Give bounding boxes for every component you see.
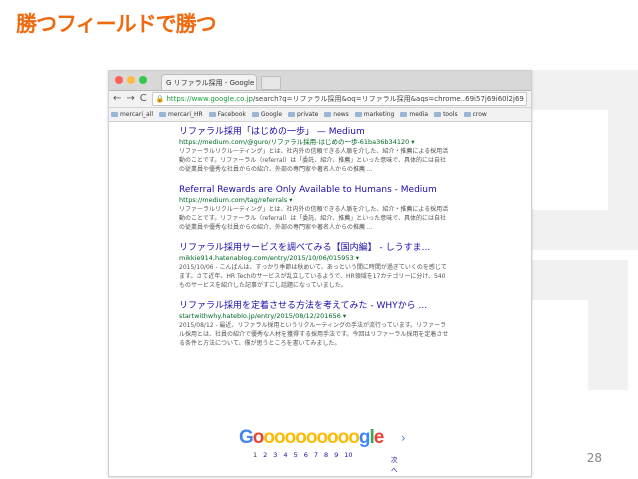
forward-icon[interactable]: → <box>126 94 134 104</box>
result-url[interactable]: startwithwhy.hateblo.jp/entry/2015/08/12… <box>179 312 449 321</box>
pager-logo-letter: o <box>263 427 275 448</box>
folder-icon <box>159 112 166 117</box>
result-title[interactable]: リファラル採用「はじめの一歩」 — Medium <box>179 126 449 138</box>
page-number-link[interactable]: 2 <box>263 451 267 459</box>
google-pager-logo: Goooooooooogle <box>239 427 385 449</box>
pager-logo-letter: o <box>316 427 328 448</box>
bookmark-item[interactable]: private <box>288 111 318 118</box>
pager-logo-letter: g <box>358 427 371 448</box>
new-tab-button[interactable] <box>261 76 281 90</box>
result-snippet: 2015/10/06 - こんばんは、すっかり季節は秋めいて、あっという間に時間… <box>179 264 447 289</box>
bookmark-item[interactable]: tools <box>434 111 458 118</box>
bookmark-label: Facebook <box>217 111 246 118</box>
address-bar[interactable]: 🔒 https://www.google.co.jp /search?q=リファ… <box>151 92 527 106</box>
pager-logo-letter: o <box>252 427 265 448</box>
next-arrow-icon[interactable]: › <box>401 431 406 445</box>
browser-window: G リファラル採用 - Google 検索 × ← → C 🔒 https://… <box>108 70 532 477</box>
pagination: Goooooooooogle › 1 2 3 4 5 6 7 8 9 10 次へ <box>239 427 406 474</box>
tab-title: G リファラル採用 - Google 検索 <box>166 78 256 87</box>
pager-logo-letter: e <box>373 427 385 448</box>
bookmark-item[interactable]: news <box>324 111 349 118</box>
bookmark-item[interactable]: marketing <box>354 111 395 118</box>
tab-google-search[interactable]: G リファラル採用 - Google 検索 × <box>161 74 257 90</box>
pager-logo-letter: o <box>274 427 286 448</box>
bookmark-item[interactable]: crow <box>463 111 487 118</box>
next-page-link[interactable]: 次へ <box>391 454 398 474</box>
minimize-window-button[interactable] <box>127 76 135 84</box>
page-number-link[interactable]: 7 <box>314 451 318 459</box>
pager-logo-letter: G <box>239 427 254 448</box>
folder-icon <box>434 112 442 117</box>
tab-bar: G リファラル採用 - Google 検索 × <box>109 71 531 91</box>
lock-icon: 🔒 <box>155 95 165 103</box>
folder-icon <box>354 112 362 117</box>
result-snippet: 2015/08/12 - 最近、リファラル採用というリクルーティングの手法が流行… <box>179 322 449 347</box>
result-url[interactable]: https://medium.com/tag/referrals ▾ <box>179 196 449 205</box>
folder-icon <box>463 112 471 117</box>
pager-logo-letter: o <box>348 427 360 448</box>
search-results: リファラル採用「はじめの一歩」 — Medium https://medium.c… <box>109 122 449 348</box>
bookmark-item[interactable]: Facebook <box>208 111 246 118</box>
bookmark-item[interactable]: media <box>400 111 428 118</box>
pager-logo-letter: o <box>305 427 318 448</box>
folder-icon <box>324 112 332 117</box>
pager-logo-letter: o <box>327 427 339 448</box>
page-number-link[interactable]: 6 <box>304 451 308 459</box>
slide-page-number: 28 <box>586 451 602 465</box>
google-icon <box>251 112 259 117</box>
close-window-button[interactable] <box>115 76 123 84</box>
result-url[interactable]: mikkie914.hatenablog.com/entry/2015/10/0… <box>179 254 449 263</box>
bookmark-label: mercari_HR <box>168 111 203 118</box>
result-title[interactable]: リファラル採用サービスを調べてみる【国内編】 - しうすま... <box>179 242 449 254</box>
result-url[interactable]: https://medium.com/@guro/リファラル採用-はじめの一歩-… <box>179 138 449 147</box>
result-title[interactable]: Referral Rewards are Only Available to H… <box>179 184 449 196</box>
result-snippet: リファーラルリクルーティング」とは、社内外の信頼できる人脈を介した、紹介・推薦に… <box>179 206 449 231</box>
toolbar: ← → C 🔒 https://www.google.co.jp /search… <box>109 91 531 108</box>
bookmark-label: mercari_all <box>120 111 153 118</box>
page-number-link[interactable]: 9 <box>334 451 338 459</box>
bookmark-item[interactable]: mercari_HR <box>159 111 203 118</box>
pager-logo-letter: o <box>337 427 350 448</box>
page-number-link[interactable]: 4 <box>283 451 287 459</box>
folder-icon <box>400 112 408 117</box>
facebook-icon <box>208 112 216 117</box>
reload-icon[interactable]: C <box>140 94 147 104</box>
pager-logo-letter: o <box>284 427 297 448</box>
result-title[interactable]: リファラル採用を定着させる方法を考えてみた - WHYから ... <box>179 300 449 312</box>
page-number-link: 1 <box>253 451 258 459</box>
bookmark-label: media <box>409 111 429 118</box>
search-result: リファラル採用を定着させる方法を考えてみた - WHYから ... startwi… <box>179 300 449 348</box>
window-controls <box>115 76 147 84</box>
bookmark-item[interactable]: Google <box>251 111 283 118</box>
bookmark-item[interactable]: mercari_all <box>111 111 153 118</box>
pager-logo-letter: o <box>295 427 307 448</box>
page-number-link[interactable]: 5 <box>294 451 298 459</box>
search-result: リファラル採用「はじめの一歩」 — Medium https://medium.c… <box>179 126 449 174</box>
page-numbers: 1 2 3 4 5 6 7 8 9 10 <box>253 451 383 459</box>
bookmark-label: marketing <box>363 111 395 118</box>
folder-icon <box>288 112 296 117</box>
bookmark-label: private <box>297 111 319 118</box>
back-icon[interactable]: ← <box>113 94 121 104</box>
result-snippet: リファーラルリクルーティング」とは、社内外の信頼できる人脈を介した、紹介・推薦に… <box>179 148 449 173</box>
search-result: Referral Rewards are Only Available to H… <box>179 184 449 232</box>
bookmark-label: Google <box>260 111 283 118</box>
bookmark-label: crow <box>472 111 487 118</box>
slide-title: 勝つフィールドで勝つ <box>16 12 217 36</box>
search-result: リファラル採用サービスを調べてみる【国内編】 - しうすま... mikkie91… <box>179 242 449 290</box>
page-number-link[interactable]: 10 <box>344 451 352 459</box>
page-number-link[interactable]: 3 <box>273 451 277 459</box>
maximize-window-button[interactable] <box>139 76 147 84</box>
page-number-link[interactable]: 8 <box>324 451 328 459</box>
url-path: /search?q=リファラル採用&oq=リファラル採用&aqs=chrome.… <box>252 95 524 103</box>
url-host: https://www.google.co.jp <box>166 95 253 103</box>
folder-icon <box>111 112 118 117</box>
bookmarks-bar: mercari_all mercari_HR Facebook Google priva… <box>109 108 531 122</box>
bookmark-label: tools <box>443 111 458 118</box>
bookmark-label: news <box>333 111 349 118</box>
